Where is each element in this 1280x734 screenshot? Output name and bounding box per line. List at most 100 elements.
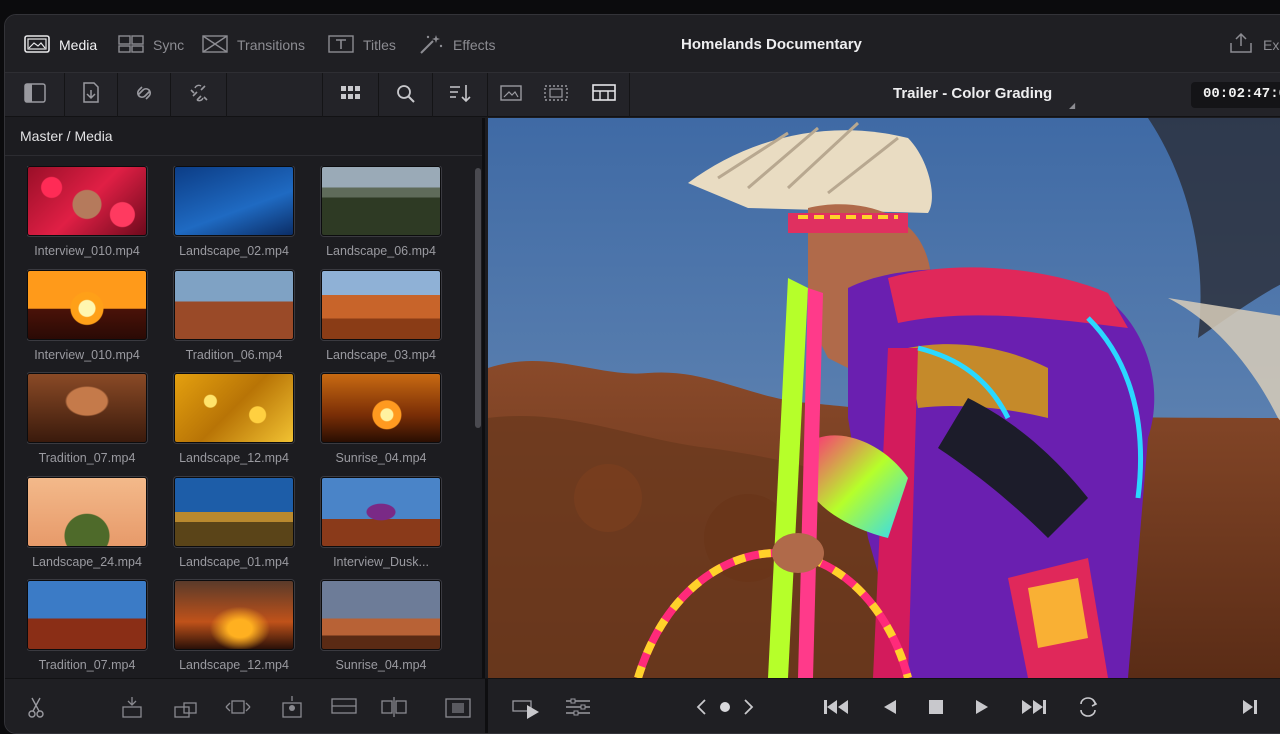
export-icon: [1227, 31, 1255, 58]
clip-thumbnail[interactable]: [321, 166, 441, 236]
jump-end-icon[interactable]: [1019, 695, 1049, 719]
grid-view-icon: [337, 80, 365, 111]
media-clip[interactable]: Tradition_06.mp4: [174, 269, 294, 372]
media-clip[interactable]: Landscape_12.mp4: [174, 373, 294, 475]
grid-view-button[interactable]: [323, 73, 379, 117]
stop-icon[interactable]: [921, 695, 951, 719]
video-viewer[interactable]: [488, 118, 1280, 678]
clip-thumbnail[interactable]: [27, 580, 147, 650]
dual-viewer-button[interactable]: [578, 73, 630, 117]
play-range-icon[interactable]: [511, 695, 541, 719]
append-icon[interactable]: [329, 695, 359, 719]
clip-thumbnail[interactable]: [27, 166, 147, 236]
clip-thumbnail[interactable]: [321, 476, 441, 547]
media-clip[interactable]: Tradition_07.mp4: [27, 580, 147, 678]
adjust-icon[interactable]: [563, 695, 593, 719]
search-button[interactable]: [379, 73, 433, 117]
place-on-top-icon[interactable]: [277, 695, 307, 719]
titles-icon: [327, 32, 355, 59]
export-button[interactable]: Export: [1227, 31, 1280, 58]
clip-thumbnail[interactable]: [174, 166, 294, 236]
unlink-icon: [185, 80, 213, 111]
tab-label: Media: [59, 37, 98, 53]
replace-clip-icon[interactable]: [223, 695, 253, 719]
play-icon[interactable]: [967, 695, 997, 719]
divider: [485, 679, 488, 733]
import-media-icon: [77, 80, 105, 111]
clip-thumbnail[interactable]: [27, 269, 147, 340]
viewer-frame-image: [488, 118, 1280, 678]
media-clip[interactable]: Sunrise_04.mp4: [321, 580, 441, 678]
media-pool: Master / Media Interview_010.mp4 Landscap…: [5, 118, 485, 678]
media-clip[interactable]: Landscape_01.mp4: [174, 476, 294, 579]
tab-label: Effects: [453, 37, 496, 53]
next-marker-icon[interactable]: [733, 695, 763, 719]
media-clip[interactable]: Tradition_07.mp4: [27, 373, 147, 475]
clip-name: Landscape_06.mp4: [326, 244, 436, 258]
clip-thumbnail[interactable]: [174, 476, 294, 547]
scissors-icon[interactable]: [21, 695, 51, 719]
unlink-button[interactable]: [171, 73, 227, 117]
tab-transitions[interactable]: Transitions: [201, 31, 305, 59]
tab-titles[interactable]: Titles: [327, 31, 396, 59]
source-tape-button[interactable]: [534, 73, 578, 117]
media-icon: [23, 32, 51, 59]
clip-name: Interview_010.mp4: [34, 244, 140, 258]
clip-thumbnail[interactable]: [321, 373, 441, 443]
clip-name: Landscape_12.mp4: [179, 658, 289, 672]
effects-icon: [417, 32, 445, 59]
media-clip[interactable]: Landscape_24.mp4: [27, 476, 147, 579]
ripple-overwrite-icon[interactable]: [379, 695, 409, 719]
media-clip[interactable]: Interview_Dusk...: [321, 476, 441, 579]
media-clip[interactable]: Landscape_02.mp4: [174, 166, 294, 268]
media-clip[interactable]: Sunrise_04.mp4: [321, 373, 441, 475]
clip-name: Landscape_12.mp4: [179, 451, 289, 465]
jump-start-icon[interactable]: [821, 695, 851, 719]
clip-name: Tradition_07.mp4: [38, 451, 136, 465]
overwrite-clip-icon[interactable]: [171, 695, 201, 719]
import-media-button[interactable]: [65, 73, 118, 117]
sort-icon: [446, 80, 474, 111]
viewer-timeline-title[interactable]: Trailer - Color Grading: [893, 85, 1052, 102]
clip-name: Tradition_07.mp4: [38, 658, 136, 672]
dual-viewer-icon: [590, 80, 618, 111]
media-clip[interactable]: Interview_010.mp4: [27, 166, 147, 268]
clip-name: Landscape_03.mp4: [326, 347, 436, 362]
last-frame-icon[interactable]: [1235, 695, 1265, 719]
sort-button[interactable]: [433, 73, 488, 117]
project-title: Homelands Documentary: [681, 36, 862, 53]
clip-thumbnail[interactable]: [174, 580, 294, 650]
tab-sync[interactable]: Sync: [117, 31, 184, 59]
relink-button[interactable]: [118, 73, 171, 117]
divider: [5, 155, 482, 156]
media-clip[interactable]: Landscape_12.mp4: [174, 580, 294, 678]
clip-name: Tradition_06.mp4: [185, 347, 283, 362]
breadcrumb[interactable]: Master / Media: [20, 128, 113, 144]
clip-thumbnail[interactable]: [174, 373, 294, 443]
export-label: Export: [1263, 36, 1280, 53]
clip-name: Sunrise_04.mp4: [335, 451, 427, 465]
timeline-dropdown-icon[interactable]: ◢: [1069, 101, 1075, 110]
clip-thumbnail[interactable]: [174, 269, 294, 340]
clip-thumbnail[interactable]: [321, 269, 441, 340]
clip-name: Sunrise_04.mp4: [335, 658, 427, 672]
clip-thumbnail[interactable]: [27, 476, 147, 547]
tab-media[interactable]: Media: [23, 31, 97, 59]
loop-icon[interactable]: [1073, 695, 1103, 719]
clip-thumbnail[interactable]: [27, 373, 147, 443]
tab-effects[interactable]: Effects: [417, 31, 496, 59]
media-pool-scrollbar[interactable]: [475, 168, 481, 428]
source-overwrite-icon[interactable]: [443, 695, 473, 719]
toolbar: Trailer - Color Grading ◢ 00:02:47:06: [5, 73, 1280, 117]
single-viewer-icon: [497, 80, 525, 111]
single-viewer-button[interactable]: [488, 73, 534, 117]
sidebar-toggle-button[interactable]: [5, 73, 65, 117]
media-clip[interactable]: Interview_010.mp4: [27, 269, 147, 372]
media-clip[interactable]: Landscape_06.mp4: [321, 166, 441, 268]
insert-clip-icon[interactable]: [117, 695, 147, 719]
clip-thumbnail[interactable]: [321, 580, 441, 650]
media-clip[interactable]: Landscape_03.mp4: [321, 269, 441, 372]
reverse-play-icon[interactable]: [875, 695, 905, 719]
tab-label: Sync: [153, 37, 185, 53]
toolbar-spacer: [227, 73, 323, 117]
